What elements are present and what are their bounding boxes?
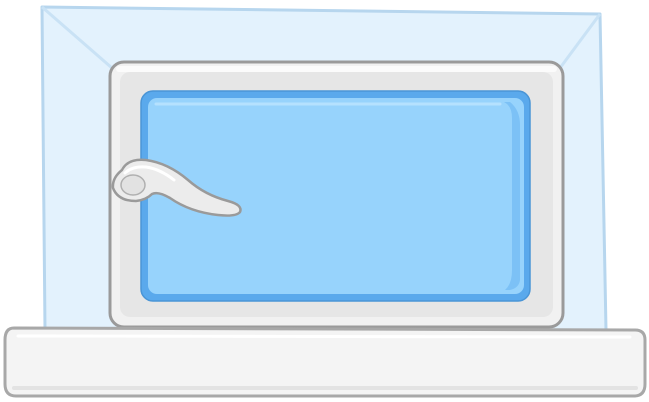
scene [3, 5, 647, 398]
handle-pivot-icon [120, 174, 146, 196]
window-frame-highlight [116, 66, 557, 72]
sill-highlight [16, 334, 632, 339]
window-sill [3, 326, 647, 398]
